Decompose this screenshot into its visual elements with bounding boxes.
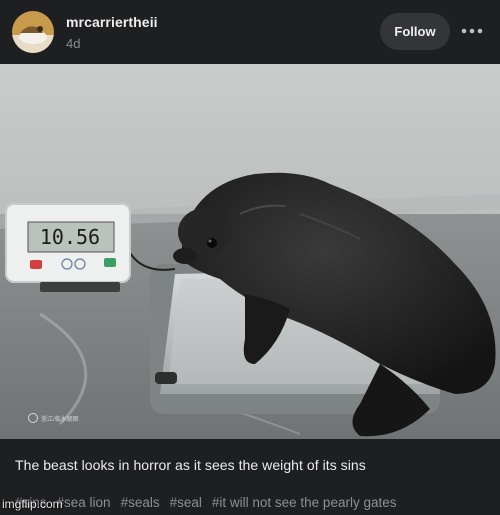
post-image[interactable]: 10.56 浙江/临水朝图 [0,64,500,439]
photo-watermark: 浙江/临水朝图 [28,413,79,423]
scale-reading: 10.56 [40,225,100,249]
tag-link[interactable]: #it will not see the pearly gates [212,495,397,510]
watermark-logo-icon [28,413,38,423]
watermark-text: 浙江/临水朝图 [41,416,79,423]
tag-list: #sins #sea lion #seals #seal #it will no… [15,495,396,510]
tag-link[interactable]: #seal [170,495,202,510]
tag-link[interactable]: #seals [121,495,160,510]
more-options-button[interactable] [455,18,489,44]
tag-link[interactable]: #sea lion [57,495,111,510]
follow-button[interactable]: Follow [380,13,450,50]
ellipsis-icon [461,28,483,34]
post-header: mrcarriertheii 4d Follow [0,0,500,64]
post-age: 4d [66,36,81,51]
avatar[interactable] [12,11,54,53]
post-caption: The beast looks in horror as it sees the… [15,457,366,473]
imgflip-watermark: imgflip.com [2,497,63,511]
author-name[interactable]: mrcarriertheii [66,14,158,30]
